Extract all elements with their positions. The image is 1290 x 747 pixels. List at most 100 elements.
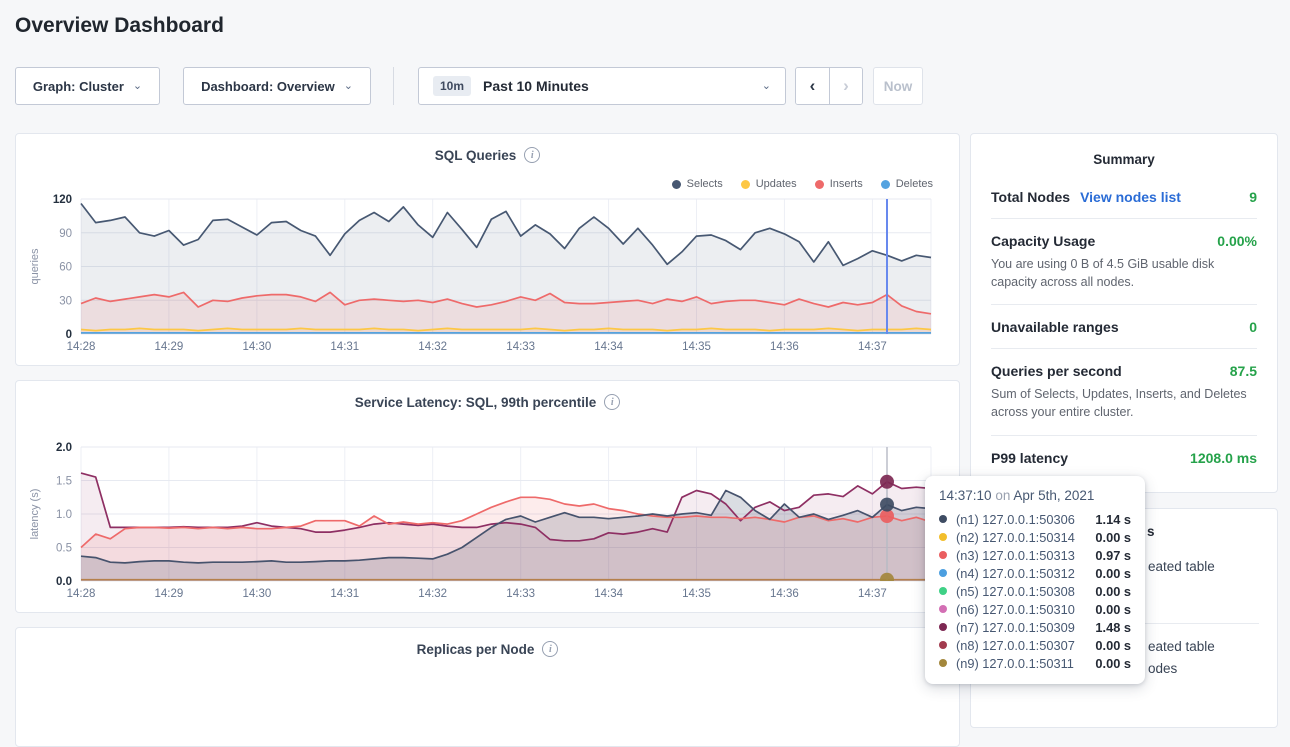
node-latency-value: 0.00 s [1095, 530, 1131, 545]
summary-value: 0 [1249, 319, 1257, 335]
info-icon[interactable]: i [542, 641, 558, 657]
event-item-fragment: eated table [1148, 559, 1215, 574]
events-header-fragment: s [1147, 524, 1155, 539]
chevron-down-icon: ⌄ [344, 79, 353, 92]
chart-hover-tooltip: 14:37:10 on Apr 5th, 2021 (n1) 127.0.0.1… [925, 476, 1145, 684]
tooltip-timestamp: 14:37:10 on Apr 5th, 2021 [939, 488, 1131, 503]
svg-text:14:33: 14:33 [506, 588, 535, 600]
node-color-dot [939, 623, 947, 631]
node-address: (n8) 127.0.0.1:50307 [956, 638, 1095, 653]
svg-text:2.0: 2.0 [56, 442, 72, 454]
node-latency-value: 0.00 s [1095, 602, 1131, 617]
node-color-dot [939, 659, 947, 667]
summary-value: 9 [1249, 189, 1257, 205]
event-item-fragment: eated table [1148, 639, 1215, 654]
graph-dropdown-label: Graph: Cluster [33, 79, 124, 94]
svg-text:14:35: 14:35 [682, 588, 711, 600]
chart-title-replicas: Replicas per Node [417, 642, 535, 657]
svg-text:0.0: 0.0 [56, 576, 72, 588]
svg-text:latency (s): latency (s) [29, 489, 41, 540]
svg-text:14:28: 14:28 [67, 588, 96, 600]
node-address: (n7) 127.0.0.1:50309 [956, 620, 1095, 635]
svg-text:queries: queries [29, 248, 41, 285]
time-range-selector[interactable]: 10m Past 10 Minutes ⌄ [418, 67, 786, 105]
tooltip-row: (n7) 127.0.0.1:503091.48 s [939, 618, 1131, 636]
svg-text:14:32: 14:32 [418, 341, 447, 353]
svg-text:14:30: 14:30 [243, 341, 272, 353]
time-nav-group: ‹ › [795, 67, 863, 105]
summary-value: 1208.0 ms [1190, 450, 1257, 466]
node-latency-value: 0.00 s [1095, 638, 1131, 653]
tooltip-row: (n9) 127.0.0.1:503110.00 s [939, 654, 1131, 672]
sql-queries-chart[interactable]: 030609012014:2814:2914:3014:3114:3214:33… [16, 134, 961, 367]
time-prev-button[interactable]: ‹ [796, 68, 829, 104]
service-latency-chart-card: Service Latency: SQL, 99th percentile i … [15, 380, 960, 613]
node-latency-value: 1.14 s [1095, 512, 1131, 527]
summary-panel: Summary Total Nodes View nodes list 9 Ca… [970, 133, 1278, 493]
dashboard-dropdown[interactable]: Dashboard: Overview ⌄ [183, 67, 371, 105]
summary-desc: You are using 0 B of 4.5 GiB usable disk… [991, 255, 1257, 291]
time-range-badge: 10m [433, 76, 471, 96]
node-address: (n4) 127.0.0.1:50312 [956, 566, 1095, 581]
tooltip-row: (n3) 127.0.0.1:503130.97 s [939, 546, 1131, 564]
svg-text:60: 60 [59, 262, 72, 274]
svg-text:14:37: 14:37 [858, 341, 887, 353]
summary-row-unavailable-ranges: Unavailable ranges 0 [991, 304, 1257, 348]
node-address: (n5) 127.0.0.1:50308 [956, 584, 1095, 599]
svg-text:14:36: 14:36 [770, 341, 799, 353]
chevron-down-icon: ⌄ [133, 79, 142, 92]
tooltip-row: (n1) 127.0.0.1:503061.14 s [939, 510, 1131, 528]
svg-text:0: 0 [66, 329, 72, 341]
summary-desc: Sum of Selects, Updates, Inserts, and De… [991, 385, 1257, 421]
summary-label: Queries per second [991, 363, 1122, 379]
svg-text:90: 90 [59, 228, 72, 240]
node-address: (n2) 127.0.0.1:50314 [956, 530, 1095, 545]
svg-text:14:31: 14:31 [330, 341, 359, 353]
node-color-dot [939, 551, 947, 559]
svg-text:14:33: 14:33 [506, 341, 535, 353]
time-next-button[interactable]: › [829, 68, 862, 104]
page-title: Overview Dashboard [15, 14, 224, 38]
svg-text:14:30: 14:30 [243, 588, 272, 600]
node-address: (n1) 127.0.0.1:50306 [956, 512, 1095, 527]
graph-dropdown[interactable]: Graph: Cluster ⌄ [15, 67, 160, 105]
node-latency-value: 0.97 s [1095, 548, 1131, 563]
summary-title: Summary [991, 152, 1257, 175]
svg-text:0.5: 0.5 [56, 543, 72, 555]
time-range-label: Past 10 Minutes [483, 78, 750, 94]
controls-divider [393, 67, 394, 105]
svg-text:1.5: 1.5 [56, 476, 72, 488]
tooltip-row: (n6) 127.0.0.1:503100.00 s [939, 600, 1131, 618]
tooltip-row: (n5) 127.0.0.1:503080.00 s [939, 582, 1131, 600]
summary-label: Total Nodes [991, 189, 1070, 205]
svg-text:14:31: 14:31 [330, 588, 359, 600]
service-latency-chart[interactable]: 0.00.51.01.52.014:2814:2914:3014:3114:32… [16, 381, 961, 614]
svg-text:14:28: 14:28 [67, 341, 96, 353]
view-nodes-list-link[interactable]: View nodes list [1080, 189, 1181, 205]
tooltip-row: (n8) 127.0.0.1:503070.00 s [939, 636, 1131, 654]
svg-text:14:34: 14:34 [594, 588, 623, 600]
tooltip-row: (n4) 127.0.0.1:503120.00 s [939, 564, 1131, 582]
chevron-down-icon: ⌄ [762, 79, 771, 92]
node-latency-value: 1.48 s [1095, 620, 1131, 635]
node-address: (n3) 127.0.0.1:50313 [956, 548, 1095, 563]
event-item-fragment: odes [1148, 661, 1177, 676]
now-button[interactable]: Now [873, 67, 923, 105]
node-color-dot [939, 515, 947, 523]
node-color-dot [939, 641, 947, 649]
node-color-dot [939, 569, 947, 577]
svg-text:14:35: 14:35 [682, 341, 711, 353]
node-color-dot [939, 587, 947, 595]
summary-row-capacity: Capacity Usage 0.00% You are using 0 B o… [991, 218, 1257, 304]
svg-text:14:29: 14:29 [155, 341, 184, 353]
node-color-dot [939, 533, 947, 541]
svg-text:14:34: 14:34 [594, 341, 623, 353]
node-color-dot [939, 605, 947, 613]
summary-value: 87.5 [1230, 363, 1257, 379]
node-latency-value: 0.00 s [1095, 566, 1131, 581]
summary-row-p99: P99 latency 1208.0 ms [991, 435, 1257, 479]
summary-label: Unavailable ranges [991, 319, 1119, 335]
svg-text:14:36: 14:36 [770, 588, 799, 600]
summary-row-qps: Queries per second 87.5 Sum of Selects, … [991, 348, 1257, 434]
summary-label: Capacity Usage [991, 233, 1095, 249]
